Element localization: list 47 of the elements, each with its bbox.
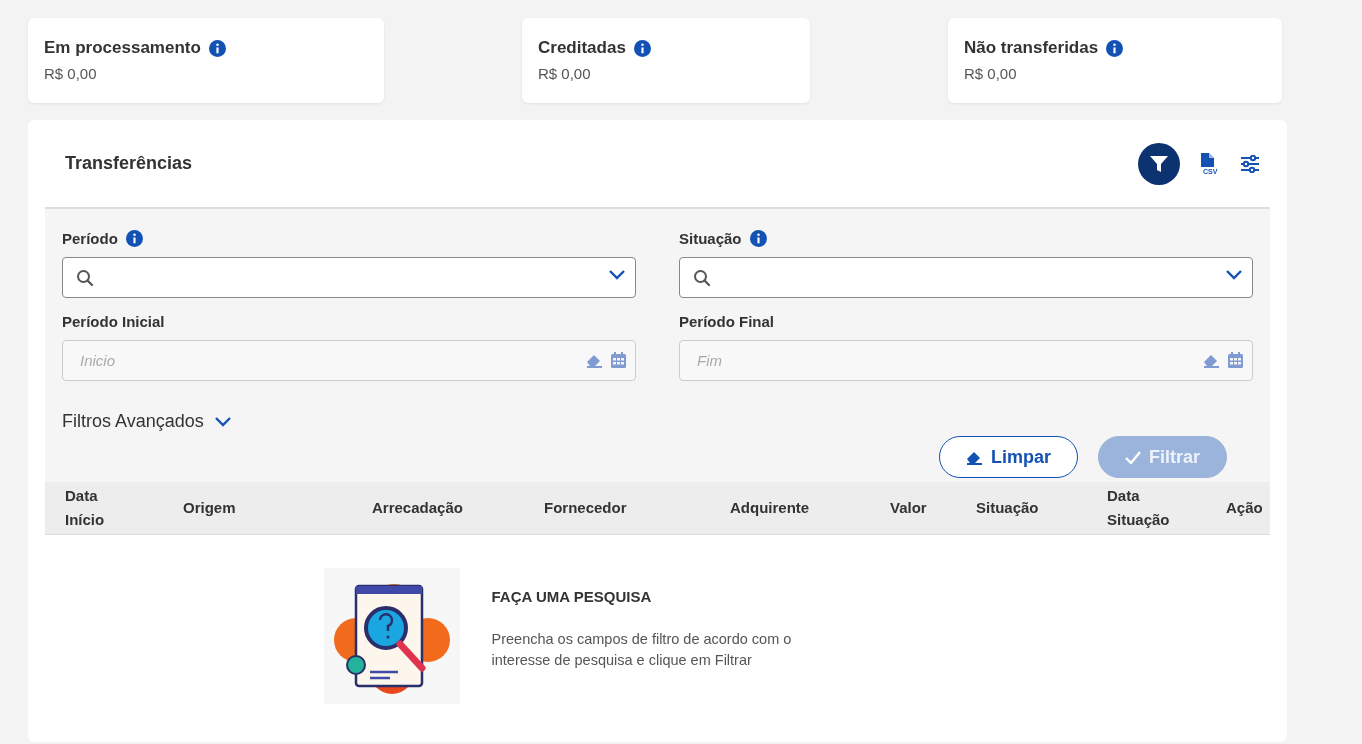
- column-header: Origem: [183, 498, 236, 518]
- filter-button[interactable]: [1138, 142, 1180, 185]
- chevron-down-icon[interactable]: [213, 415, 232, 428]
- card-title: Não transferidas: [964, 38, 1099, 58]
- card-amount: R$ 0,00: [964, 65, 1018, 82]
- sliders-icon[interactable]: [1240, 154, 1260, 173]
- column-header: Situação: [976, 498, 1039, 518]
- info-icon[interactable]: [125, 229, 143, 247]
- calendar-icon[interactable]: [611, 352, 626, 368]
- card-amount: R$ 0,00: [44, 65, 98, 82]
- advanced-filters-toggle[interactable]: Filtros Avançados: [62, 411, 232, 432]
- column-header: Adquirente: [730, 498, 810, 518]
- date-field[interactable]: Fim: [679, 340, 1253, 381]
- empty-state-message: Preencha os campos de filtro de acordo com o interesse de pesquisa e clique em Filtrar: [491, 630, 793, 670]
- empty-state-title: FAÇA UMA PESQUISA: [491, 588, 653, 605]
- calendar-icon[interactable]: [1228, 352, 1243, 368]
- card-title: Creditadas: [538, 38, 626, 58]
- eraser-icon: [965, 449, 983, 465]
- field-label: Período Inicial: [62, 312, 165, 330]
- date-field[interactable]: Inicio: [62, 340, 636, 381]
- card-amount: R$ 0,00: [538, 65, 592, 82]
- field-label: Período Final: [679, 312, 774, 330]
- search-icon: [693, 269, 711, 287]
- check-icon: [1125, 450, 1141, 464]
- select-field[interactable]: [679, 257, 1253, 298]
- field-label: Período: [62, 229, 118, 247]
- column-header: Data Situação: [1107, 486, 1170, 530]
- card-title: Em processamento: [44, 38, 201, 58]
- info-icon[interactable]: [208, 39, 226, 57]
- column-header: Ação: [1226, 498, 1263, 518]
- column-header: Arrecadação: [372, 498, 463, 518]
- eraser-icon[interactable]: [586, 352, 603, 368]
- info-icon[interactable]: [749, 229, 767, 247]
- field-label: Situação: [679, 229, 742, 247]
- column-header: Valor: [890, 498, 927, 518]
- column-header: Fornecedor: [544, 498, 627, 518]
- search-icon: [76, 269, 94, 287]
- info-icon[interactable]: [633, 39, 651, 57]
- filter-icon: [1149, 153, 1169, 174]
- chevron-down-icon[interactable]: [608, 269, 626, 281]
- eraser-icon[interactable]: [1203, 352, 1220, 368]
- chevron-down-icon[interactable]: [1225, 269, 1243, 281]
- panel-title: Transferências: [65, 153, 194, 174]
- info-icon[interactable]: [1106, 39, 1124, 57]
- clear-button[interactable]: Limpar: [938, 436, 1078, 478]
- column-header: Data Início: [65, 486, 105, 530]
- select-field[interactable]: [62, 257, 636, 298]
